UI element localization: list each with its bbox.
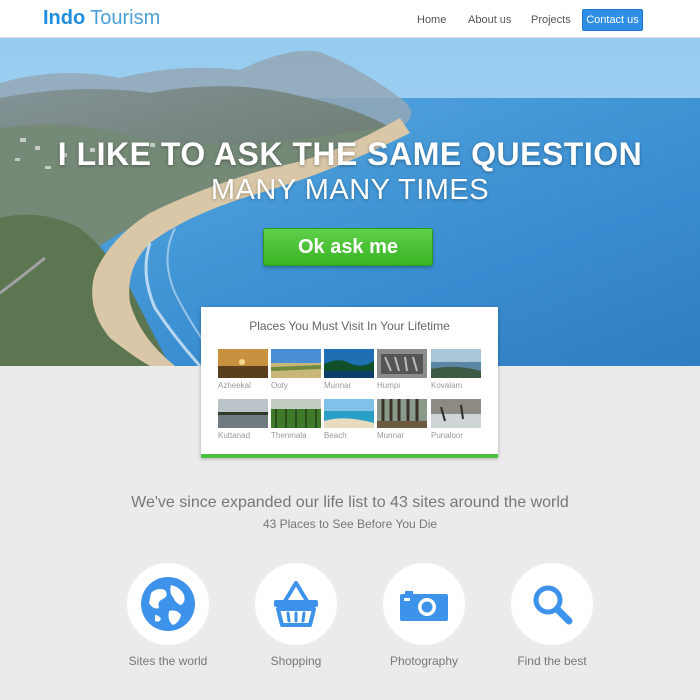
intro-tagline: We've since expanded our life list to 43… (131, 494, 569, 511)
place-item-beach[interactable]: Beach (324, 399, 374, 441)
feature-icon-circle (255, 563, 337, 645)
place-item-kuttanad[interactable]: Kuttanad (218, 399, 268, 441)
place-thumbnail (324, 399, 374, 428)
place-item-kovalam[interactable]: Kovalam (431, 349, 481, 391)
feature-icon-circle (127, 563, 209, 645)
place-thumbnail (271, 349, 321, 378)
places-card-title: Places You Must Visit In Your Lifetime (249, 319, 450, 333)
feature-label: Sites the world (128, 654, 208, 668)
place-label: Kuttanad (218, 431, 251, 440)
place-label: Beach (324, 431, 347, 440)
site-logo[interactable]: Indo Tourism (43, 7, 160, 29)
page: Indo Tourism Home About us Projects Conta… (0, 0, 700, 700)
place-label: Humpi (377, 381, 401, 390)
contact-us-button[interactable]: Contact us (582, 9, 643, 31)
intro-subtagline: 43 Places to See Before You Die (262, 517, 438, 531)
place-item-ooty[interactable]: Ooty (271, 349, 321, 391)
feature-label: Photography (389, 654, 459, 668)
hero-subtitle: MANY MANY TIMES (210, 174, 490, 206)
globe-icon (141, 577, 195, 631)
place-thumbnail (218, 349, 268, 378)
logo-light-text: Tourism (90, 7, 161, 29)
place-thumbnail (324, 349, 374, 378)
places-card: Places You Must Visit In Your Lifetime A… (201, 307, 498, 458)
place-item-humpi[interactable]: Humpi (377, 349, 427, 391)
place-label: Punaloor (431, 431, 464, 440)
search-icon (533, 585, 573, 625)
place-label: Munnar (377, 431, 405, 440)
nav-about-link[interactable]: About us (468, 9, 511, 31)
nav-projects-link[interactable]: Projects (531, 9, 571, 31)
place-item-punaloor[interactable]: Punaloor (431, 399, 481, 441)
place-item-munnar[interactable]: Munnar (324, 349, 374, 391)
place-label: Azheekal (218, 381, 251, 390)
site-header: Indo Tourism Home About us Projects Conta… (0, 0, 700, 38)
place-thumbnail (271, 399, 321, 428)
camera-icon (400, 591, 448, 621)
place-label: Munnar (324, 381, 352, 390)
hero-title: I LIKE TO ASK THE SAME QUESTION (57, 136, 643, 172)
place-thumbnail (431, 349, 481, 378)
feature-label: Shopping (270, 654, 322, 668)
place-thumbnail (377, 399, 427, 428)
place-item-azheekal[interactable]: Azheekal (218, 349, 268, 391)
basket-icon (274, 581, 318, 627)
place-item-thenmala[interactable]: Thenmala (271, 399, 321, 441)
nav-home-link[interactable]: Home (417, 9, 446, 31)
place-label: Thenmala (271, 431, 307, 440)
place-label: Kovalam (431, 381, 463, 390)
place-item-munnar-2[interactable]: Munnar (377, 399, 427, 441)
feature-icon-circle (383, 563, 465, 645)
place-thumbnail (218, 399, 268, 428)
feature-icon-circle (511, 563, 593, 645)
place-thumbnail (431, 399, 481, 428)
feature-label: Find the best (517, 654, 587, 668)
place-thumbnail (377, 349, 427, 378)
logo-strong-text: Indo (43, 7, 86, 29)
place-label: Ooty (271, 381, 288, 390)
ok-ask-me-button[interactable]: Ok ask me (263, 228, 433, 266)
